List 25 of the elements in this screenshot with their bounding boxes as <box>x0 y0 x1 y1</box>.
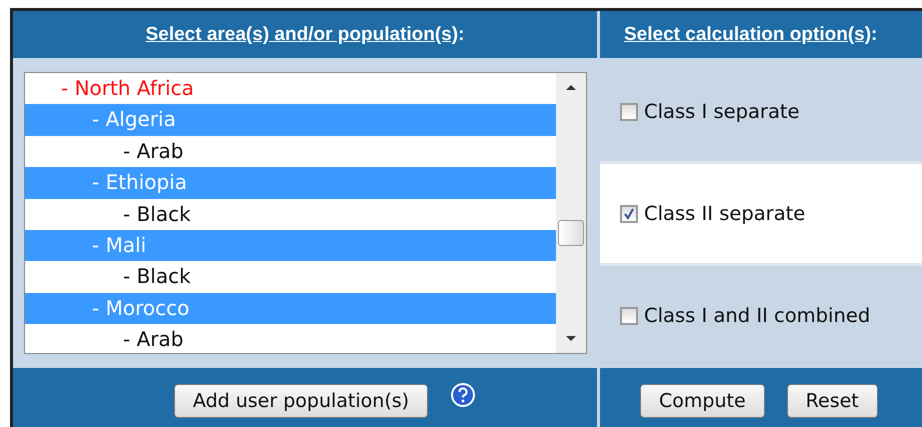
population-listbox[interactable]: - North Africa - Algeria - Arab - Ethiopia - Black - Mali - Black - Morocco - Arab <box>24 72 587 354</box>
checkbox[interactable] <box>620 204 638 222</box>
scroll-down-icon[interactable] <box>565 335 577 343</box>
checkbox[interactable] <box>620 306 638 324</box>
help-icon[interactable] <box>450 382 476 408</box>
heading-colon: : <box>458 24 464 46</box>
checkbox-label[interactable]: Class II separate <box>644 202 806 225</box>
checkmark-icon <box>623 208 635 220</box>
scroll-up-icon[interactable] <box>565 83 577 91</box>
heading-link[interactable]: Select area(s) and/or population(s) <box>146 24 458 46</box>
scrollbar[interactable] <box>556 73 586 353</box>
heading-colon: : <box>871 24 878 46</box>
list-item[interactable]: - Black <box>25 198 556 230</box>
checkbox-label[interactable]: Class I separate <box>644 100 800 123</box>
list-item[interactable]: - Black <box>25 261 556 293</box>
list-item[interactable]: - North Africa <box>25 73 556 104</box>
add-population-button[interactable]: Add user population(s) <box>174 384 428 418</box>
scrollbar-thumb[interactable] <box>558 220 584 246</box>
checkbox[interactable] <box>620 102 638 120</box>
list-item[interactable]: - Arab <box>25 136 556 168</box>
heading-link[interactable]: Select calculation option(s) <box>624 24 872 46</box>
list-item[interactable]: - Arab <box>25 324 556 353</box>
compute-button[interactable]: Compute <box>640 384 765 418</box>
reset-button[interactable]: Reset <box>786 384 878 418</box>
checkbox-label[interactable]: Class I and II combined <box>644 304 870 327</box>
